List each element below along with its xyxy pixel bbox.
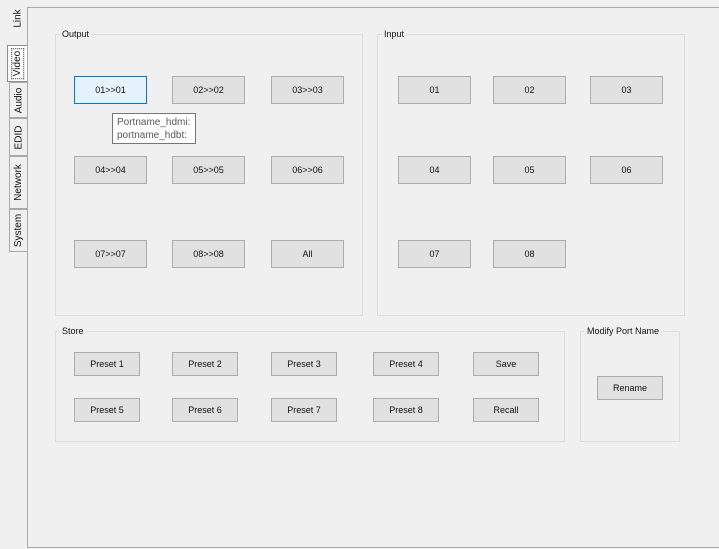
store-group: Store [55, 326, 565, 442]
vertical-tab-strip: Link Video Audio EDID Network System [0, 0, 28, 549]
output-button-06[interactable]: 06>>06 [271, 156, 344, 184]
tab-link[interactable]: Link [9, 5, 27, 32]
preset-7-button[interactable]: Preset 7 [271, 398, 337, 422]
output-group-title: Output [60, 29, 92, 40]
output-button-01[interactable]: 01>>01 [74, 76, 147, 104]
output-button-07[interactable]: 07>>07 [74, 240, 147, 268]
input-button-08[interactable]: 08 [493, 240, 566, 268]
output-button-04[interactable]: 04>>04 [74, 156, 147, 184]
output-button-02[interactable]: 02>>02 [172, 76, 245, 104]
input-button-01[interactable]: 01 [398, 76, 471, 104]
preset-6-button[interactable]: Preset 6 [172, 398, 238, 422]
preset-4-button[interactable]: Preset 4 [373, 352, 439, 376]
rename-button[interactable]: Rename [597, 376, 663, 400]
preset-1-button[interactable]: Preset 1 [74, 352, 140, 376]
preset-3-button[interactable]: Preset 3 [271, 352, 337, 376]
input-button-02[interactable]: 02 [493, 76, 566, 104]
port-name-tooltip: Portname_hdmi: portname_hdbt: [112, 113, 196, 144]
tooltip-hdmi-line: Portname_hdmi: [117, 117, 191, 128]
output-button-03[interactable]: 03>>03 [271, 76, 344, 104]
input-group-title: Input [382, 29, 407, 40]
output-button-05[interactable]: 05>>05 [172, 156, 245, 184]
input-button-06[interactable]: 06 [590, 156, 663, 184]
recall-button[interactable]: Recall [473, 398, 539, 422]
tab-video-label: Video [12, 46, 24, 81]
tab-network[interactable]: Network [9, 156, 27, 209]
input-button-03[interactable]: 03 [590, 76, 663, 104]
tab-system[interactable]: System [9, 209, 27, 252]
preset-2-button[interactable]: Preset 2 [172, 352, 238, 376]
input-button-04[interactable]: 04 [398, 156, 471, 184]
video-settings-window: Link Video Audio EDID Network System Out… [0, 0, 719, 549]
output-button-all[interactable]: All [271, 240, 344, 268]
tab-network-label: Network [13, 164, 24, 201]
store-group-title: Store [60, 326, 86, 337]
preset-8-button[interactable]: Preset 8 [373, 398, 439, 422]
tab-audio-label: Audio [13, 87, 25, 113]
tab-edid[interactable]: EDID [9, 118, 27, 156]
tab-edid-label: EDID [13, 125, 24, 149]
save-button[interactable]: Save [473, 352, 539, 376]
preset-5-button[interactable]: Preset 5 [74, 398, 140, 422]
tab-audio[interactable]: Audio [9, 82, 27, 118]
modify-port-name-title: Modify Port Name [585, 326, 662, 337]
output-button-08[interactable]: 08>>08 [172, 240, 245, 268]
tab-link-label: Link [12, 9, 24, 28]
tooltip-hdbt-line: portname_hdbt: [117, 130, 188, 141]
input-button-07[interactable]: 07 [398, 240, 471, 268]
input-button-05[interactable]: 05 [493, 156, 566, 184]
tab-system-label: System [13, 213, 24, 248]
tab-video[interactable]: Video [7, 45, 28, 82]
